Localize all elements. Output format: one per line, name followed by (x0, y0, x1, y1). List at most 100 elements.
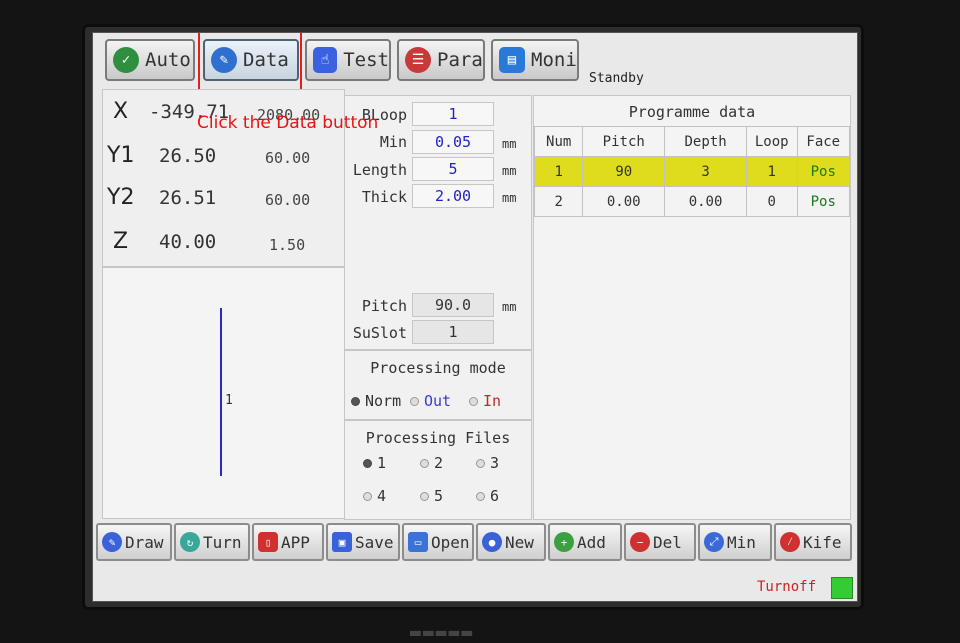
new-button[interactable]: ● New (476, 523, 546, 561)
open-button[interactable]: ▭ Open (402, 523, 474, 561)
min-unit: mm (502, 137, 517, 151)
minus-icon: − (630, 532, 650, 552)
tab-auto-label: Auto (145, 49, 191, 71)
cell-num[interactable]: 2 (533, 186, 584, 217)
axis-x-label: X (113, 99, 129, 124)
add-button[interactable]: + Add (548, 523, 622, 561)
processing-files-title: Processing Files (365, 429, 511, 447)
axis-y2-setpoint: 60.00 (265, 191, 311, 209)
tab-moni[interactable]: ▤ Moni (491, 39, 579, 81)
pitch-label: Pitch (361, 297, 407, 315)
min-button-label: Min (727, 532, 756, 552)
cell-depth[interactable]: 3 (664, 156, 747, 187)
table-header-row: Num Pitch Depth Loop Face (533, 126, 850, 157)
axis-z-value: 40.00 (159, 231, 217, 253)
knife-icon: ⁄ (780, 532, 800, 552)
mode-out-label: Out (424, 392, 452, 410)
del-button[interactable]: − Del (624, 523, 696, 561)
axis-y2-label: Y2 (107, 185, 135, 210)
turnoff-label[interactable]: Turnoff (757, 579, 816, 595)
draw-button[interactable]: ✎ Draw (96, 523, 172, 561)
file-radio-2[interactable]: 2 (420, 454, 443, 472)
plus-icon: + (554, 532, 574, 552)
file-1-label: 1 (377, 454, 387, 472)
col-pitch-header: Pitch (582, 126, 666, 157)
col-face-header: Face (796, 126, 850, 157)
suslot-label: SuSlot (352, 324, 407, 342)
cell-face[interactable]: Pos (796, 156, 850, 187)
processing-mode-title: Processing mode (370, 359, 506, 377)
cell-pitch[interactable]: 90 (582, 156, 666, 187)
save-icon: ▣ (332, 532, 352, 552)
file-4-label: 4 (377, 487, 387, 505)
radio-dot (420, 458, 429, 468)
file-radio-4[interactable]: 4 (363, 487, 386, 505)
power-led-indicator (831, 577, 853, 599)
axis-y2-value: 26.51 (159, 187, 217, 209)
status-text: Standby (589, 71, 644, 86)
thick-field[interactable]: 2.00 (412, 184, 494, 208)
radio-dot (420, 491, 429, 501)
turn-button[interactable]: ↻ Turn (174, 523, 250, 561)
tab-auto[interactable]: ✓ Auto (105, 39, 195, 81)
mode-radio-in[interactable]: In (469, 392, 501, 410)
cell-num[interactable]: 1 (533, 156, 584, 187)
file-radio-6[interactable]: 6 (476, 487, 499, 505)
length-field[interactable]: 5 (412, 157, 494, 181)
file-6-label: 6 (490, 487, 500, 505)
draw-icon: ✎ (102, 532, 122, 552)
new-button-label: New (505, 532, 534, 552)
turn-button-label: Turn (203, 532, 242, 552)
length-unit: mm (502, 164, 517, 178)
suslot-field[interactable]: 1 (412, 320, 494, 344)
min-button[interactable]: ⤢ Min (698, 523, 772, 561)
file-5-label: 5 (434, 487, 444, 505)
tab-test[interactable]: ☝ Test (305, 39, 391, 81)
tab-para-label: Para (437, 49, 483, 71)
programme-table: Num Pitch Depth Loop Face 1 90 3 1 Pos 2… (533, 126, 850, 217)
draw-button-label: Draw (125, 532, 164, 552)
pitch-field[interactable]: 90.0 (412, 293, 494, 317)
cell-loop[interactable]: 1 (745, 156, 798, 187)
cell-face[interactable]: Pos (796, 186, 850, 217)
open-button-label: Open (431, 532, 470, 552)
radio-dot (476, 491, 485, 501)
col-loop-header: Loop (745, 126, 798, 157)
tab-para[interactable]: ☰ Para (397, 39, 485, 81)
min-field[interactable]: 0.05 (412, 130, 494, 154)
file-radio-5[interactable]: 5 (420, 487, 443, 505)
refresh-check-icon: ✓ (113, 47, 139, 73)
mode-in-label: In (483, 392, 502, 410)
kife-button-label: Kife (803, 532, 842, 552)
app-button[interactable]: ▯ APP (252, 523, 324, 561)
axis-y1-value: 26.50 (159, 145, 217, 167)
radio-dot (469, 396, 478, 406)
mode-radio-out[interactable]: Out (410, 392, 451, 410)
programme-data-title: Programme data (628, 103, 756, 121)
radio-dot-selected (351, 396, 360, 406)
radio-dot (363, 491, 372, 501)
del-button-label: Del (653, 532, 682, 552)
file-radio-1[interactable]: 1 (363, 454, 386, 472)
cell-depth[interactable]: 0.00 (664, 186, 747, 217)
thick-label: Thick (361, 188, 407, 206)
radio-dot-selected (363, 458, 372, 468)
cell-loop[interactable]: 0 (745, 186, 798, 217)
min-label: Min (379, 133, 407, 151)
hmi-screen: ✓ Auto ✎ Data ☝ Test ☰ Para ▤ Moni Stand… (92, 32, 858, 602)
add-button-label: Add (577, 532, 606, 552)
table-row[interactable]: 2 0.00 0.00 0 Pos (533, 186, 850, 217)
file-radio-3[interactable]: 3 (476, 454, 499, 472)
bloop-field[interactable]: 1 (412, 102, 494, 126)
kife-button[interactable]: ⁄ Kife (774, 523, 852, 561)
save-button[interactable]: ▣ Save (326, 523, 400, 561)
highlight-box (198, 33, 302, 93)
monitor-icon: ▤ (499, 47, 525, 73)
instruction-annotation: Click the Data button (197, 113, 379, 133)
axis-z-label: Z (113, 229, 129, 254)
pitch-unit: mm (502, 300, 517, 314)
cell-pitch[interactable]: 0.00 (582, 186, 666, 217)
table-row[interactable]: 1 90 3 1 Pos (533, 156, 850, 187)
axis-z-setpoint: 1.50 (269, 236, 306, 254)
mode-radio-norm[interactable]: Norm (351, 392, 401, 410)
